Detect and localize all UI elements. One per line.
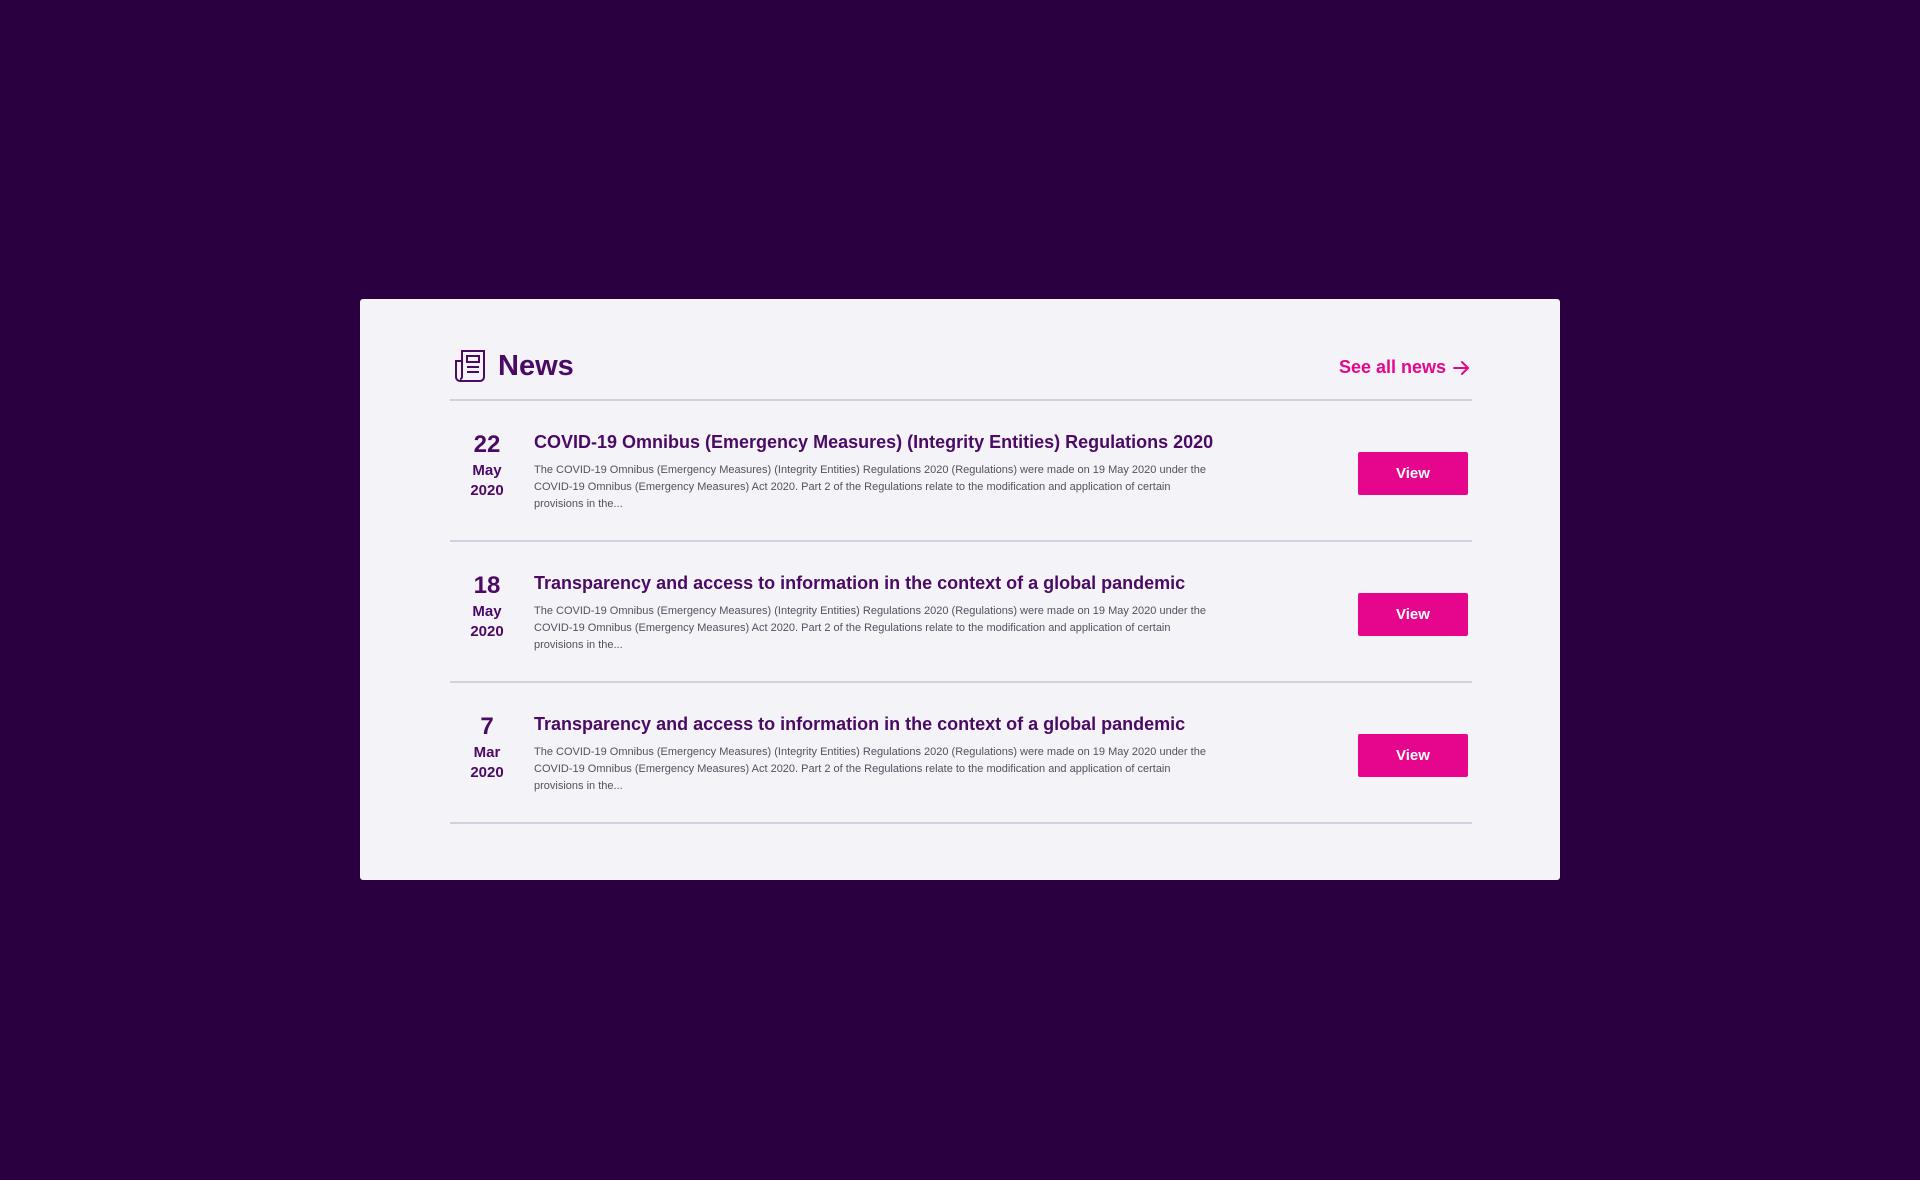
news-content: COVID-19 Omnibus (Emergency Measures) (I… [534, 430, 1234, 513]
news-date-day: 18 [473, 572, 501, 599]
news-date-month: May [472, 603, 502, 620]
view-button[interactable]: View [1358, 593, 1468, 636]
news-item: 7 Mar 2020 Transparency and access to in… [450, 683, 1472, 824]
news-item-excerpt: The COVID-19 Omnibus (Emergency Measures… [534, 746, 1206, 792]
news-date-year: 2020 [470, 764, 504, 781]
see-all-news-link[interactable]: See all news [1339, 357, 1470, 378]
news-item-title: COVID-19 Omnibus (Emergency Measures) (I… [534, 432, 1214, 452]
news-item-excerpt: The COVID-19 Omnibus (Emergency Measures… [534, 464, 1206, 510]
news-content: Transparency and access to information i… [534, 712, 1234, 795]
news-header: News See all news [450, 299, 1472, 401]
news-item: 18 May 2020 Transparency and access to i… [450, 542, 1472, 683]
news-item-title: Transparency and access to information i… [534, 714, 1186, 734]
news-date: 18 May 2020 [450, 572, 524, 642]
news-date: 7 Mar 2020 [450, 713, 524, 783]
news-item-excerpt: The COVID-19 Omnibus (Emergency Measures… [534, 605, 1206, 651]
news-item-title: Transparency and access to information i… [534, 573, 1186, 593]
news-date-month: Mar [473, 744, 501, 761]
news-panel: News See all news 22 May 2020 COVID-19 O… [360, 299, 1560, 880]
newspaper-icon [455, 350, 485, 382]
news-date-year: 2020 [470, 623, 504, 640]
news-content: Transparency and access to information i… [534, 571, 1234, 654]
news-date-month: May [472, 462, 502, 479]
view-button[interactable]: View [1358, 734, 1468, 777]
view-button[interactable]: View [1358, 452, 1468, 495]
see-all-news-label: See all news [1338, 357, 1446, 377]
news-item: 22 May 2020 COVID-19 Omnibus (Emergency … [450, 401, 1472, 542]
news-date-day: 7 [480, 713, 494, 740]
arrow-right-icon [1453, 360, 1469, 375]
news-section: News See all news 22 May 2020 COVID-19 O… [450, 299, 1472, 824]
news-date: 22 May 2020 [450, 431, 524, 501]
news-date-day: 22 [473, 431, 501, 458]
news-date-year: 2020 [470, 482, 504, 499]
news-title: News [498, 350, 574, 382]
